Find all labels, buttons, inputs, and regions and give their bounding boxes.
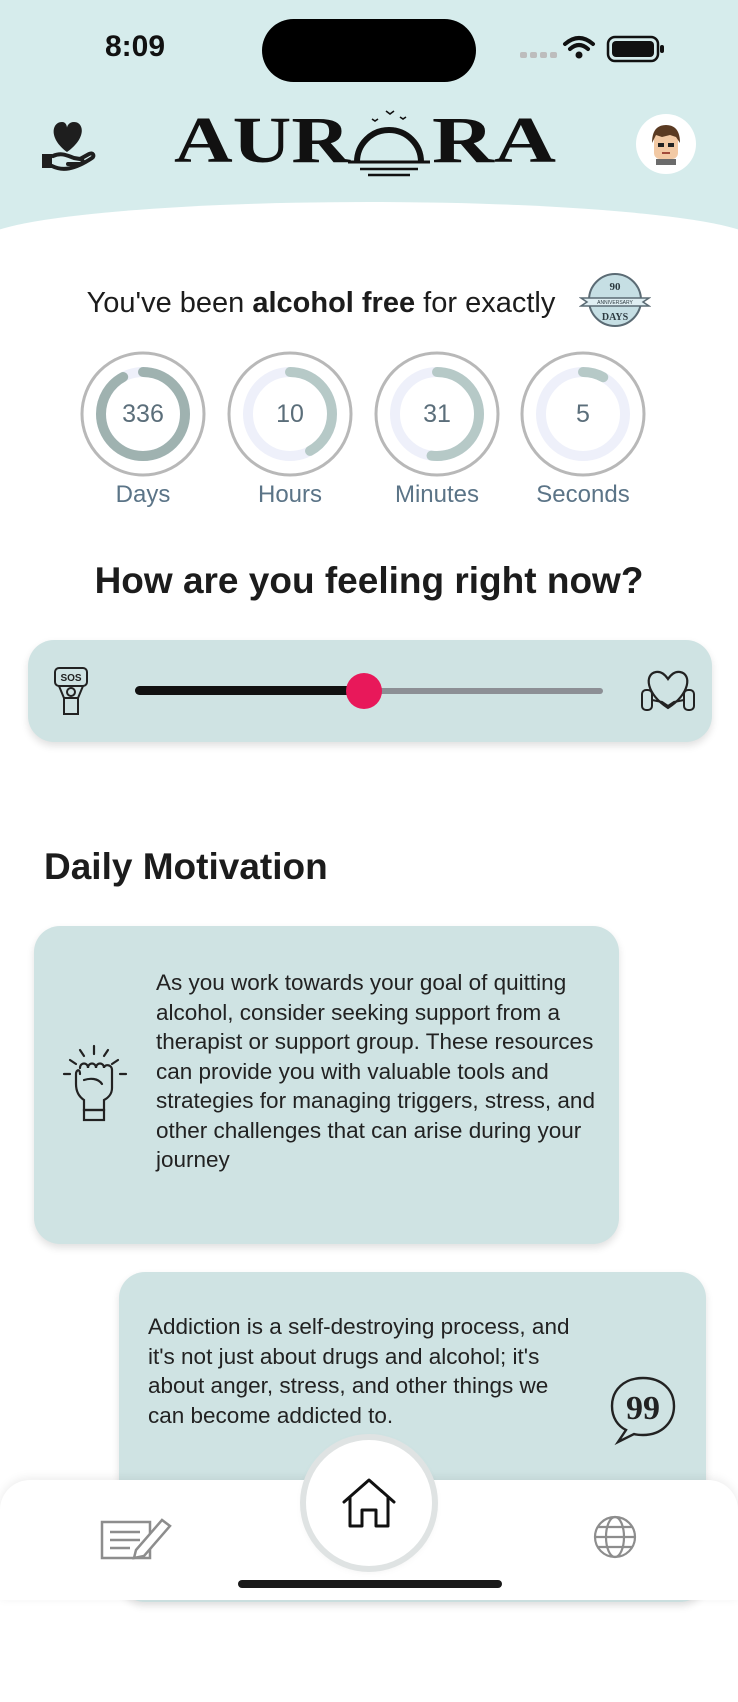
badge-number: 90 — [610, 281, 622, 293]
timer-value: 336 — [122, 400, 164, 428]
feeling-title: How are you feeling right now? — [94, 560, 644, 601]
logo-text-left: AUR — [174, 105, 352, 177]
wifi-icon — [563, 36, 595, 51]
timer-seconds: 5 Seconds — [518, 349, 648, 509]
raised-fist-icon — [62, 1044, 128, 1122]
battery-icon — [606, 35, 664, 63]
timer-label: Days — [115, 481, 171, 508]
dynamic-island — [262, 19, 476, 82]
profile-avatar[interactable] — [636, 114, 696, 174]
timer-value: 5 — [576, 400, 590, 428]
quote-icon: 99 — [610, 1376, 676, 1446]
badge-banner: ANNIVERSARY — [598, 300, 634, 306]
globe-icon[interactable] — [592, 1514, 638, 1560]
timer-minutes: 31 Minutes — [372, 349, 502, 509]
logo-text-right: RA — [432, 105, 556, 177]
status-time: 8:09 — [105, 30, 166, 63]
sos-icon: SOS — [54, 667, 88, 715]
sobriety-substance: alcohol free — [252, 286, 416, 319]
badge-label: DAYS — [602, 312, 629, 323]
sobriety-statement: You've been alcohol free for exactly 90 … — [0, 273, 738, 328]
home-button[interactable] — [306, 1440, 432, 1566]
timer-label: Hours — [257, 481, 323, 508]
sobriety-suffix: for exactly — [415, 286, 556, 319]
timer-value: 10 — [276, 400, 304, 428]
app-logo: AUR RA — [174, 105, 556, 177]
status-icons — [520, 35, 664, 63]
avatar-icon — [652, 125, 680, 165]
svg-text:99: 99 — [626, 1390, 660, 1427]
heart-hands-icon — [641, 670, 695, 711]
svg-text:SOS: SOS — [60, 673, 81, 684]
milestone-badge-icon[interactable]: 90 ANNIVERSARY DAYS — [579, 272, 652, 328]
timer-value: 31 — [423, 400, 451, 428]
quote-text: Addiction is a self-destroying process, … — [148, 1314, 570, 1428]
sobriety-timers: 336 Days 10 Hours 31 Minutes 5 Seconds — [0, 349, 738, 509]
timer-hours: 10 Hours — [225, 349, 355, 509]
timer-label: Seconds — [536, 481, 630, 508]
motivation-text: As you work towards your goal of quittin… — [156, 970, 595, 1172]
daily-motivation-title: Daily Motivation — [44, 846, 328, 887]
mood-slider-fill — [135, 686, 365, 695]
signal-icon — [520, 52, 557, 58]
journal-icon[interactable] — [100, 1514, 174, 1562]
sobriety-prefix: You've been — [86, 286, 253, 319]
timer-label: Minutes — [394, 481, 480, 508]
timer-days: 336 Days — [78, 349, 208, 509]
home-icon — [342, 1478, 396, 1528]
home-indicator — [238, 1580, 502, 1588]
heart-in-hand-icon[interactable] — [38, 116, 96, 174]
